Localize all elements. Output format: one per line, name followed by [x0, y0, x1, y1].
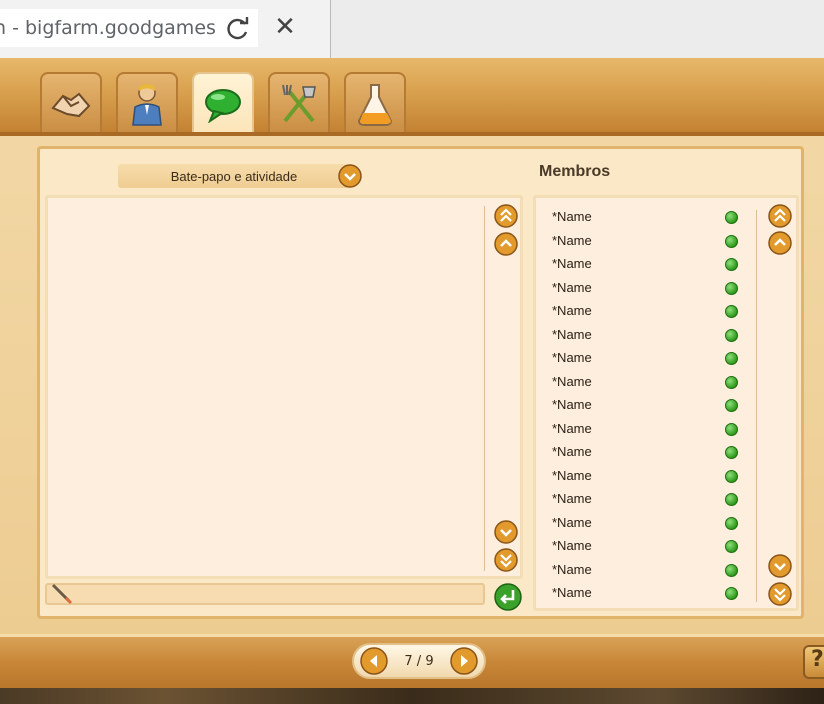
- member-name: *Name: [552, 350, 592, 365]
- member-row[interactable]: *Name: [552, 372, 742, 396]
- member-row[interactable]: *Name: [552, 278, 742, 302]
- members-scroll-down-icon[interactable]: [768, 554, 792, 578]
- send-icon[interactable]: [494, 583, 522, 611]
- close-icon[interactable]: ✕: [270, 12, 300, 42]
- member-row[interactable]: *Name: [552, 489, 742, 513]
- members-scroll-bottom-icon[interactable]: [768, 582, 792, 606]
- member-row[interactable]: *Name: [552, 560, 742, 584]
- message-input[interactable]: [45, 583, 485, 605]
- member-name: *Name: [552, 585, 592, 600]
- member-name: *Name: [552, 303, 592, 318]
- member-row[interactable]: *Name: [552, 348, 742, 372]
- online-status-icon: [725, 563, 738, 577]
- online-status-icon: [725, 305, 738, 318]
- reload-icon[interactable]: [225, 16, 251, 42]
- online-status-icon: [725, 375, 738, 389]
- member-name: *Name: [552, 491, 592, 506]
- online-status-icon: [725, 328, 738, 342]
- flask-icon: [357, 84, 393, 126]
- tab-bar: [40, 72, 406, 136]
- member-name: *Name: [552, 232, 592, 248]
- member-row[interactable]: *Name: [552, 583, 742, 607]
- tools-icon: [282, 84, 316, 123]
- online-status-icon: [725, 493, 738, 506]
- handshake-icon: [51, 92, 91, 118]
- game-background-strip: [0, 688, 824, 704]
- member-row[interactable]: *Name: [552, 536, 742, 560]
- browser-tab[interactable]: n - bigfarm.goodgames ✕: [0, 0, 331, 58]
- person-icon: [132, 84, 162, 126]
- scroll-down-icon[interactable]: [494, 520, 518, 544]
- member-name: *Name: [552, 538, 592, 553]
- members-list: *Name *Name *Name *Name *Name *Name *Name *Name…: [552, 207, 742, 607]
- members-scroll-top-icon[interactable]: [768, 204, 792, 228]
- chat-bubble-icon: [205, 89, 241, 123]
- online-status-icon: [725, 281, 738, 295]
- member-row[interactable]: *Name: [552, 254, 742, 278]
- browser-bar: n - bigfarm.goodgames ✕: [0, 0, 824, 58]
- member-name: *Name: [552, 397, 592, 412]
- browser-tab-title: n - bigfarm.goodgames: [0, 9, 258, 47]
- member-name: *Name: [552, 444, 592, 459]
- scroll-top-icon[interactable]: [494, 204, 518, 228]
- tab-profile[interactable]: [116, 72, 178, 134]
- bottom-wood-frame: 7 / 9 ?: [0, 634, 824, 691]
- member-name: *Name: [552, 279, 592, 295]
- online-status-icon: [725, 587, 738, 600]
- member-name: *Name: [552, 514, 592, 530]
- member-row[interactable]: *Name: [552, 325, 742, 349]
- member-name: *Name: [552, 326, 592, 342]
- member-row[interactable]: *Name: [552, 395, 742, 419]
- help-button[interactable]: ?: [803, 645, 824, 679]
- online-status-icon: [725, 540, 738, 553]
- game-window: Bate-papo e atividade Membros *Name *Nam…: [0, 58, 824, 691]
- online-status-icon: [725, 516, 738, 530]
- member-name: *Name: [552, 373, 592, 389]
- members-scrollbar-track[interactable]: [756, 210, 757, 602]
- tab-cooperation[interactable]: [40, 72, 102, 134]
- tab-research[interactable]: [344, 72, 406, 134]
- next-page-icon[interactable]: [450, 647, 478, 675]
- chat-log[interactable]: [45, 195, 523, 579]
- member-name: *Name: [552, 561, 592, 577]
- chat-scrollbar-track[interactable]: [484, 206, 485, 571]
- online-status-icon: [725, 422, 738, 436]
- online-status-icon: [725, 446, 738, 459]
- online-status-icon: [725, 352, 738, 365]
- tab-tools[interactable]: [268, 72, 330, 134]
- tab-chat[interactable]: [192, 72, 254, 136]
- member-row[interactable]: *Name: [552, 231, 742, 255]
- pencil-icon: [51, 583, 73, 605]
- member-name: *Name: [552, 420, 592, 436]
- channel-dropdown[interactable]: Bate-papo e atividade: [118, 164, 362, 188]
- member-row[interactable]: *Name: [552, 301, 742, 325]
- member-row[interactable]: *Name: [552, 513, 742, 537]
- chat-panel: Bate-papo e atividade Membros *Name *Nam…: [37, 146, 804, 619]
- member-row[interactable]: *Name: [552, 207, 742, 231]
- members-scroll-up-icon[interactable]: [768, 231, 792, 255]
- scroll-bottom-icon[interactable]: [494, 548, 518, 572]
- member-name: *Name: [552, 467, 592, 483]
- members-title: Membros: [539, 163, 611, 180]
- member-name: *Name: [552, 209, 592, 224]
- member-row[interactable]: *Name: [552, 466, 742, 490]
- member-name: *Name: [552, 256, 592, 271]
- online-status-icon: [725, 469, 738, 483]
- page-navigator: 7 / 9: [352, 643, 486, 679]
- member-row[interactable]: *Name: [552, 442, 742, 466]
- chevron-down-icon[interactable]: [338, 164, 362, 188]
- online-status-icon: [725, 399, 738, 412]
- members-list-panel: *Name *Name *Name *Name *Name *Name *Name *Name…: [533, 195, 799, 611]
- channel-dropdown-label: Bate-papo e atividade: [170, 168, 298, 184]
- top-wood-frame: [0, 58, 824, 136]
- scroll-up-icon[interactable]: [494, 232, 518, 256]
- member-row[interactable]: *Name: [552, 419, 742, 443]
- online-status-icon: [725, 234, 738, 248]
- online-status-icon: [725, 211, 738, 224]
- online-status-icon: [725, 258, 738, 271]
